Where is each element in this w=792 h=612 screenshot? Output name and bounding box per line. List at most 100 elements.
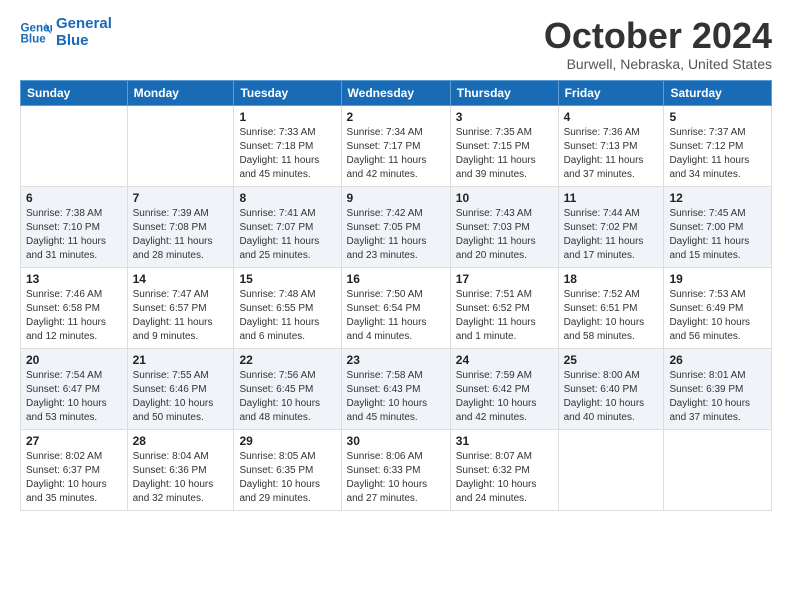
calendar-cell: 28 Sunrise: 8:04 AMSunset: 6:36 PMDayligh…: [127, 429, 234, 510]
day-info: Sunrise: 7:56 AMSunset: 6:45 PMDaylight:…: [239, 369, 335, 425]
day-number: 22: [239, 353, 335, 367]
day-number: 1: [239, 110, 335, 124]
day-info: Sunrise: 8:06 AMSunset: 6:33 PMDaylight:…: [347, 450, 445, 506]
day-info: Sunrise: 7:50 AMSunset: 6:54 PMDaylight:…: [347, 288, 445, 344]
weekday-header-friday: Friday: [558, 80, 664, 105]
day-info: Sunrise: 7:51 AMSunset: 6:52 PMDaylight:…: [456, 288, 553, 344]
day-number: 4: [564, 110, 659, 124]
day-number: 8: [239, 191, 335, 205]
day-info: Sunrise: 8:07 AMSunset: 6:32 PMDaylight:…: [456, 450, 553, 506]
day-info: Sunrise: 7:34 AMSunset: 7:17 PMDaylight:…: [347, 126, 445, 182]
calendar-cell: 4 Sunrise: 7:36 AMSunset: 7:13 PMDaylight…: [558, 105, 664, 186]
week-row-5: 27 Sunrise: 8:02 AMSunset: 6:37 PMDayligh…: [21, 429, 772, 510]
day-info: Sunrise: 7:52 AMSunset: 6:51 PMDaylight:…: [564, 288, 659, 344]
calendar-cell: 1 Sunrise: 7:33 AMSunset: 7:18 PMDaylight…: [234, 105, 341, 186]
day-info: Sunrise: 7:33 AMSunset: 7:18 PMDaylight:…: [239, 126, 335, 182]
day-number: 17: [456, 272, 553, 286]
calendar-cell: 17 Sunrise: 7:51 AMSunset: 6:52 PMDayligh…: [450, 267, 558, 348]
calendar-cell: 14Sunrise: 7:47 AMSunset: 6:57 PMDayligh…: [127, 267, 234, 348]
weekday-header-saturday: Saturday: [664, 80, 772, 105]
location: Burwell, Nebraska, United States: [544, 56, 772, 72]
calendar-cell: 23 Sunrise: 7:58 AMSunset: 6:43 PMDayligh…: [341, 348, 450, 429]
calendar: SundayMondayTuesdayWednesdayThursdayFrid…: [20, 80, 772, 511]
day-number: 5: [669, 110, 766, 124]
day-info: Sunrise: 7:46 AMSunset: 6:58 PMDaylight:…: [26, 288, 122, 344]
calendar-cell: 2 Sunrise: 7:34 AMSunset: 7:17 PMDaylight…: [341, 105, 450, 186]
day-number: 16: [347, 272, 445, 286]
calendar-cell: 8 Sunrise: 7:41 AMSunset: 7:07 PMDaylight…: [234, 186, 341, 267]
day-info: Sunrise: 7:55 AMSunset: 6:46 PMDaylight:…: [133, 369, 229, 425]
calendar-cell: 25Sunrise: 8:00 AMSunset: 6:40 PMDayligh…: [558, 348, 664, 429]
day-number: 30: [347, 434, 445, 448]
day-info: Sunrise: 7:36 AMSunset: 7:13 PMDaylight:…: [564, 126, 659, 182]
day-number: 7: [133, 191, 229, 205]
calendar-cell: 22 Sunrise: 7:56 AMSunset: 6:45 PMDayligh…: [234, 348, 341, 429]
title-block: October 2024 Burwell, Nebraska, United S…: [544, 16, 772, 72]
day-info: Sunrise: 7:43 AMSunset: 7:03 PMDaylight:…: [456, 207, 553, 263]
weekday-header-tuesday: Tuesday: [234, 80, 341, 105]
day-number: 25: [564, 353, 659, 367]
calendar-cell: 13 Sunrise: 7:46 AMSunset: 6:58 PMDayligh…: [21, 267, 128, 348]
calendar-cell: [127, 105, 234, 186]
calendar-cell: 18Sunrise: 7:52 AMSunset: 6:51 PMDayligh…: [558, 267, 664, 348]
weekday-header-row: SundayMondayTuesdayWednesdayThursdayFrid…: [21, 80, 772, 105]
day-info: Sunrise: 8:01 AMSunset: 6:39 PMDaylight:…: [669, 369, 766, 425]
calendar-cell: 15Sunrise: 7:48 AMSunset: 6:55 PMDayligh…: [234, 267, 341, 348]
day-number: 23: [347, 353, 445, 367]
calendar-cell: 5Sunrise: 7:37 AMSunset: 7:12 PMDaylight…: [664, 105, 772, 186]
calendar-cell: 26Sunrise: 8:01 AMSunset: 6:39 PMDayligh…: [664, 348, 772, 429]
calendar-cell: 31 Sunrise: 8:07 AMSunset: 6:32 PMDayligh…: [450, 429, 558, 510]
day-number: 24: [456, 353, 553, 367]
day-info: Sunrise: 7:44 AMSunset: 7:02 PMDaylight:…: [564, 207, 659, 263]
day-number: 15: [239, 272, 335, 286]
day-number: 19: [669, 272, 766, 286]
day-number: 9: [347, 191, 445, 205]
calendar-cell: 9Sunrise: 7:42 AMSunset: 7:05 PMDaylight…: [341, 186, 450, 267]
day-info: Sunrise: 8:05 AMSunset: 6:35 PMDaylight:…: [239, 450, 335, 506]
day-number: 13: [26, 272, 122, 286]
calendar-cell: 16 Sunrise: 7:50 AMSunset: 6:54 PMDayligh…: [341, 267, 450, 348]
day-number: 6: [26, 191, 122, 205]
day-info: Sunrise: 7:59 AMSunset: 6:42 PMDaylight:…: [456, 369, 553, 425]
day-number: 27: [26, 434, 122, 448]
calendar-cell: 29 Sunrise: 8:05 AMSunset: 6:35 PMDayligh…: [234, 429, 341, 510]
day-info: Sunrise: 8:04 AMSunset: 6:36 PMDaylight:…: [133, 450, 229, 506]
day-number: 29: [239, 434, 335, 448]
calendar-cell: 11Sunrise: 7:44 AMSunset: 7:02 PMDayligh…: [558, 186, 664, 267]
logo-general: General: [56, 16, 112, 33]
week-row-3: 13 Sunrise: 7:46 AMSunset: 6:58 PMDayligh…: [21, 267, 772, 348]
day-number: 2: [347, 110, 445, 124]
calendar-cell: 6 Sunrise: 7:38 AMSunset: 7:10 PMDaylight…: [21, 186, 128, 267]
svg-text:Blue: Blue: [20, 32, 46, 45]
calendar-cell: 7 Sunrise: 7:39 AMSunset: 7:08 PMDaylight…: [127, 186, 234, 267]
weekday-header-thursday: Thursday: [450, 80, 558, 105]
day-info: Sunrise: 7:38 AMSunset: 7:10 PMDaylight:…: [26, 207, 122, 263]
day-info: Sunrise: 7:54 AMSunset: 6:47 PMDaylight:…: [26, 369, 122, 425]
weekday-header-monday: Monday: [127, 80, 234, 105]
weekday-header-sunday: Sunday: [21, 80, 128, 105]
calendar-cell: 27 Sunrise: 8:02 AMSunset: 6:37 PMDayligh…: [21, 429, 128, 510]
week-row-4: 20Sunrise: 7:54 AMSunset: 6:47 PMDayligh…: [21, 348, 772, 429]
day-info: Sunrise: 8:02 AMSunset: 6:37 PMDaylight:…: [26, 450, 122, 506]
day-info: Sunrise: 7:41 AMSunset: 7:07 PMDaylight:…: [239, 207, 335, 263]
day-number: 14: [133, 272, 229, 286]
day-info: Sunrise: 7:45 AMSunset: 7:00 PMDaylight:…: [669, 207, 766, 263]
calendar-cell: 20Sunrise: 7:54 AMSunset: 6:47 PMDayligh…: [21, 348, 128, 429]
header: General Blue General Blue October 2024 B…: [20, 16, 772, 72]
day-number: 31: [456, 434, 553, 448]
calendar-cell: 21Sunrise: 7:55 AMSunset: 6:46 PMDayligh…: [127, 348, 234, 429]
weekday-header-wednesday: Wednesday: [341, 80, 450, 105]
day-number: 12: [669, 191, 766, 205]
day-info: Sunrise: 7:39 AMSunset: 7:08 PMDaylight:…: [133, 207, 229, 263]
logo: General Blue General Blue: [20, 16, 112, 49]
calendar-cell: [558, 429, 664, 510]
week-row-1: 1 Sunrise: 7:33 AMSunset: 7:18 PMDaylight…: [21, 105, 772, 186]
logo-blue: Blue: [56, 33, 112, 50]
day-number: 28: [133, 434, 229, 448]
page: General Blue General Blue October 2024 B…: [0, 0, 792, 521]
week-row-2: 6 Sunrise: 7:38 AMSunset: 7:10 PMDaylight…: [21, 186, 772, 267]
day-info: Sunrise: 7:58 AMSunset: 6:43 PMDaylight:…: [347, 369, 445, 425]
day-info: Sunrise: 7:53 AMSunset: 6:49 PMDaylight:…: [669, 288, 766, 344]
logo-icon: General Blue: [20, 19, 52, 47]
day-number: 3: [456, 110, 553, 124]
